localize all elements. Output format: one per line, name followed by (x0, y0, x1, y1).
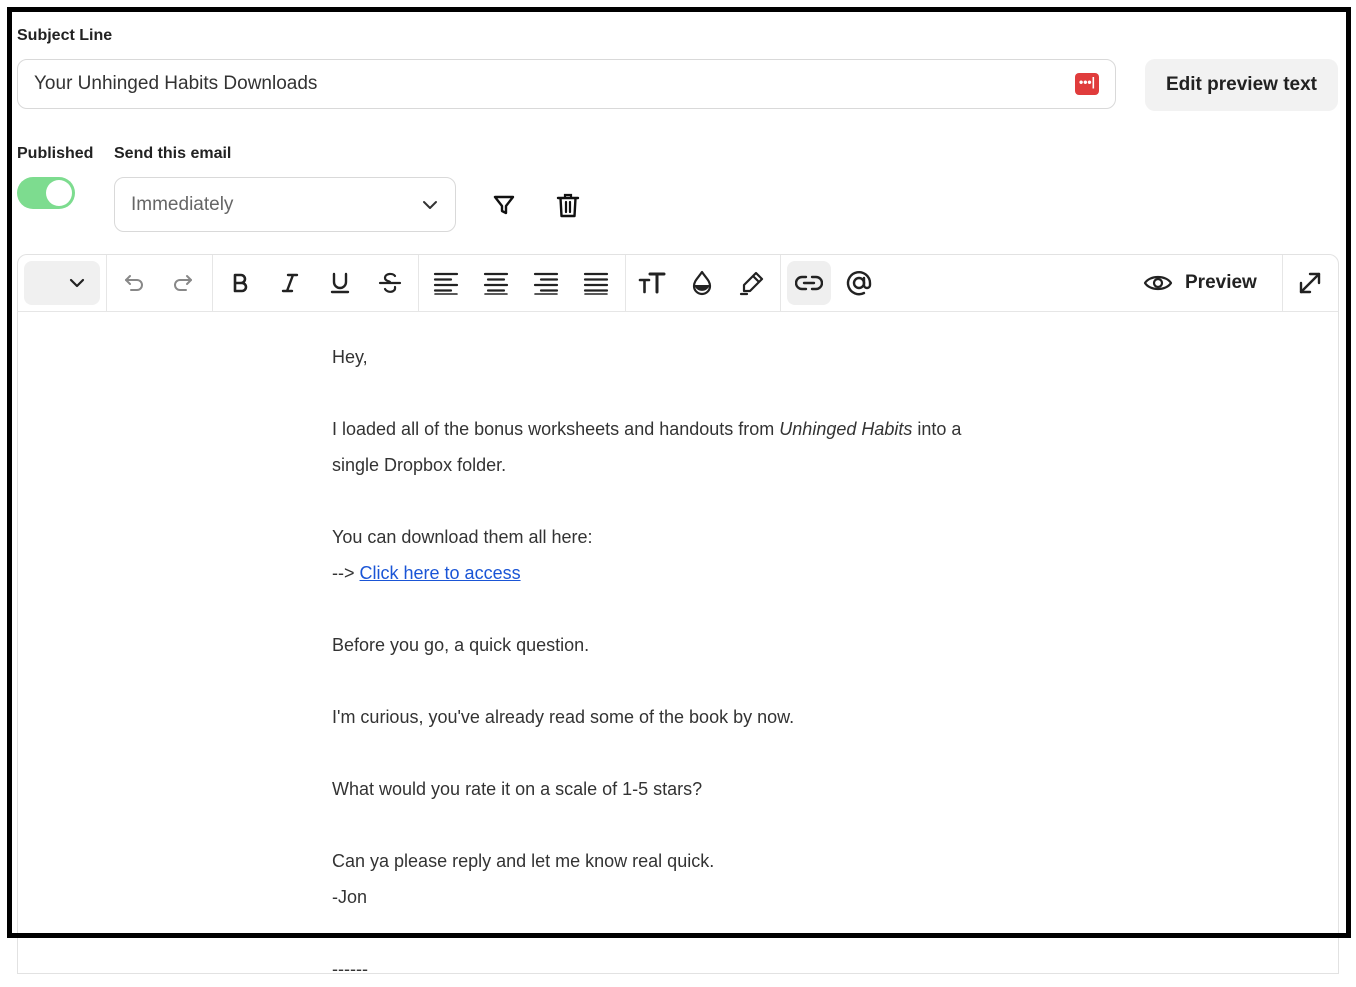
toggle-knob (46, 180, 72, 206)
chevron-down-icon (69, 278, 85, 288)
italic-button[interactable] (268, 261, 312, 305)
email-body[interactable]: Hey, I loaded all of the bonus worksheet… (332, 339, 1052, 987)
text-color-drop-icon (692, 270, 712, 296)
paragraph-2: You can download them all here: (332, 527, 593, 547)
toolbar-divider (418, 255, 419, 311)
editor-toolbar: Preview (18, 255, 1338, 312)
chevron-down-icon (423, 200, 437, 209)
subject-value: Your Unhinged Habits Downloads (34, 73, 318, 94)
email-editor[interactable]: Preview Hey, I loaded all of the bonus w… (17, 254, 1339, 979)
subject-input[interactable]: Your Unhinged Habits Downloads •••| (17, 59, 1116, 109)
paragraph-3: Before you go, a quick question. (332, 635, 590, 655)
expand-button[interactable] (1288, 261, 1332, 305)
text-size-button[interactable] (630, 261, 674, 305)
text-color-button[interactable] (680, 261, 724, 305)
paragraph-6: Can ya please reply and let me know real… (332, 851, 715, 871)
paragraph-1-line-2: single Dropbox folder. (332, 455, 507, 475)
redo-icon (174, 275, 192, 291)
align-justify-icon (583, 272, 609, 295)
published-label: Published (17, 145, 94, 162)
toolbar-divider (106, 255, 107, 311)
link-button[interactable] (787, 261, 831, 305)
edit-preview-text-button[interactable]: Edit preview text (1145, 59, 1338, 111)
paragraph-5: What would you rate it on a scale of 1-5… (332, 779, 703, 799)
undo-button[interactable] (112, 261, 156, 305)
send-timing-value: Immediately (131, 193, 234, 215)
signature: -Jon (332, 887, 368, 907)
trash-icon (556, 193, 580, 218)
strikethrough-icon (378, 272, 402, 293)
toolbar-divider (212, 255, 213, 311)
align-right-button[interactable] (524, 261, 568, 305)
align-justify-button[interactable] (574, 261, 618, 305)
download-link[interactable]: Click here to access (360, 563, 521, 583)
filter-button[interactable] (487, 188, 521, 222)
divider-line: ------ (332, 959, 368, 979)
align-left-button[interactable] (424, 261, 468, 305)
eye-icon (1143, 275, 1173, 291)
merge-tag-icon[interactable]: •••| (1075, 73, 1099, 95)
redo-button[interactable] (161, 261, 205, 305)
expand-icon (1299, 272, 1321, 294)
highlighter-icon (739, 271, 764, 296)
send-timing-select[interactable]: Immediately (114, 177, 456, 232)
align-center-button[interactable] (474, 261, 518, 305)
text-size-icon (638, 272, 666, 294)
toolbar-divider (625, 255, 626, 311)
delete-button[interactable] (551, 188, 585, 222)
toolbar-divider (1282, 255, 1283, 311)
text-style-dropdown[interactable] (24, 261, 100, 305)
align-right-icon (533, 272, 559, 295)
preview-button[interactable]: Preview (1143, 261, 1267, 305)
strikethrough-button[interactable] (368, 261, 412, 305)
at-sign-icon (846, 271, 872, 296)
undo-icon (125, 275, 143, 291)
paragraph-4: I'm curious, you've already read some of… (332, 707, 795, 727)
align-left-icon (433, 272, 459, 295)
greeting-line: Hey, (332, 347, 368, 367)
underline-icon (330, 272, 350, 294)
mention-button[interactable] (837, 261, 881, 305)
align-center-icon (483, 272, 509, 295)
underline-button[interactable] (318, 261, 362, 305)
bold-button[interactable] (218, 261, 262, 305)
link-icon (795, 275, 823, 291)
send-this-email-label: Send this email (114, 145, 232, 162)
published-toggle[interactable] (17, 177, 75, 209)
bold-icon (233, 273, 248, 293)
paragraph-1: I loaded all of the bonus worksheets and… (332, 419, 962, 439)
download-link-line: --> Click here to access (332, 563, 521, 583)
merge-tag-glyph: •••| (1079, 75, 1095, 89)
filter-icon (493, 195, 515, 215)
subject-line-label: Subject Line (17, 27, 113, 44)
italic-icon (281, 273, 299, 293)
preview-label: Preview (1185, 272, 1257, 293)
highlight-button[interactable] (730, 261, 774, 305)
book-title: Unhinged Habits (779, 419, 913, 439)
toolbar-divider (780, 255, 781, 311)
